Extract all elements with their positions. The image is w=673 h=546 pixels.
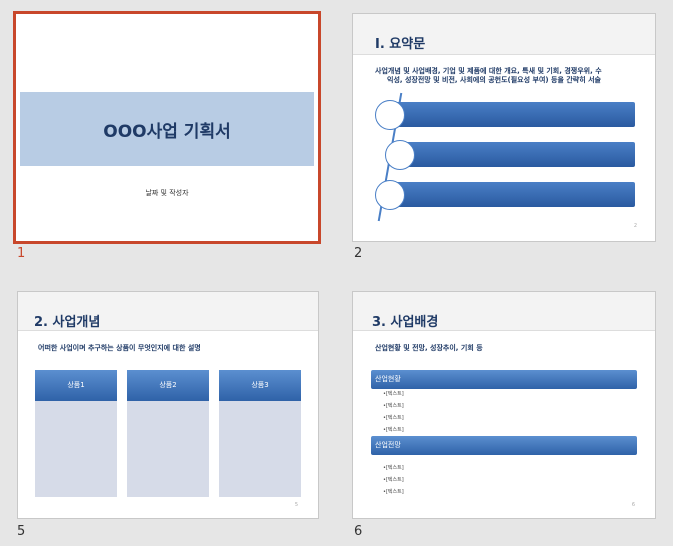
list-item: •[텍스트]: [383, 465, 404, 471]
slide-title: OOO사업 기획서: [103, 122, 231, 142]
slide-number: 5: [17, 524, 26, 539]
summary-bar: [399, 142, 635, 167]
summary-bar: [389, 102, 635, 127]
list-item: •[텍스트]: [383, 391, 404, 397]
list-item: •[텍스트]: [383, 489, 404, 495]
bullet-circle: [375, 180, 405, 210]
section-header-industry-outlook: 산업전망: [371, 436, 637, 455]
slide-title: Ⅰ. 요약문: [375, 37, 426, 52]
product-header-3: 상품3: [219, 370, 301, 401]
bullet-circle: [375, 100, 405, 130]
list-item: •[텍스트]: [383, 415, 404, 421]
slide-number: 2: [354, 246, 363, 261]
slide-subtitle: 날짜 및 작성자: [145, 189, 189, 197]
product-body-3: [219, 401, 301, 497]
slide-number: 1: [17, 246, 26, 261]
slide-number: 6: [354, 524, 363, 539]
slide-description-line2: 익성, 성장전망 및 비전, 사회에의 공헌도(필요성 부여) 등을 간략히 서…: [387, 76, 601, 84]
list-item: •[텍스트]: [383, 477, 404, 483]
slide-description: 어떠한 사업이며 추구하는 상품이 무엇인지에 대한 설명: [38, 344, 201, 352]
list-item: •[텍스트]: [383, 427, 404, 433]
page-number: 6: [631, 502, 635, 508]
slide-thumbnail-1[interactable]: OOO사업 기획서 날짜 및 작성자: [13, 11, 321, 244]
list-item: •[텍스트]: [383, 403, 404, 409]
product-header-1: 상품1: [35, 370, 117, 401]
bullet-circle: [385, 140, 415, 170]
page-number: 5: [294, 502, 298, 508]
slide-thumbnail-2[interactable]: Ⅰ. 요약문 사업개념 및 사업배경, 기업 및 제품에 대한 개요, 특새 및…: [352, 13, 656, 242]
product-header-2: 상품2: [127, 370, 209, 401]
slide-thumbnail-5[interactable]: 2. 사업개념 어떠한 사업이며 추구하는 상품이 무엇인지에 대한 설명 상품…: [17, 291, 319, 519]
product-body-1: [35, 401, 117, 497]
slide-title: 2. 사업개념: [34, 315, 101, 330]
summary-bar: [389, 182, 635, 207]
slide-description: 산업현황 및 전망, 성장추이, 기회 등: [375, 344, 483, 352]
page-number: 2: [633, 223, 637, 229]
product-body-2: [127, 401, 209, 497]
section-header-industry-status: 산업현황: [371, 370, 637, 389]
slide-title: 3. 사업배경: [372, 315, 439, 330]
slide-thumbnail-6[interactable]: 3. 사업배경 산업현황 및 전망, 성장추이, 기회 등 산업현황 •[텍스트…: [352, 291, 656, 519]
